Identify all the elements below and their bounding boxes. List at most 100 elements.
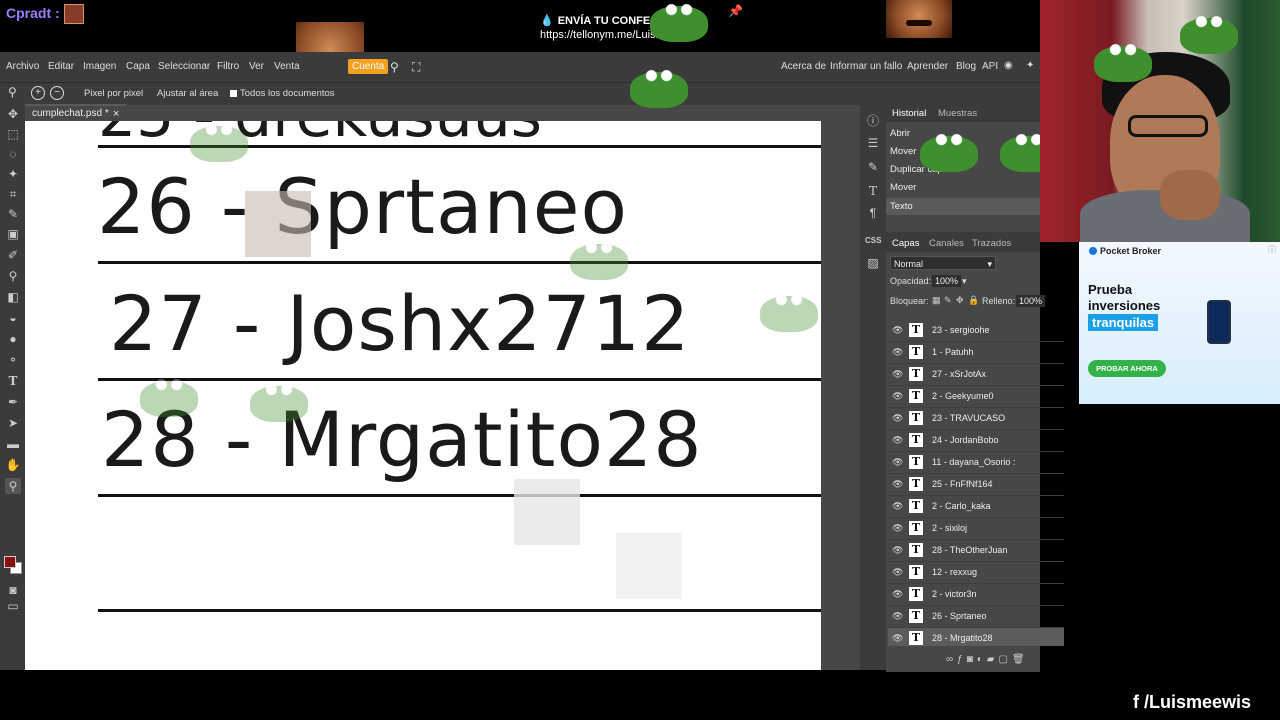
hand-tool-icon[interactable]: ✋: [5, 457, 21, 473]
quick-mask-icon[interactable]: ◙: [5, 582, 21, 598]
canvas-entry-26[interactable]: 26 - Sprtaneo: [97, 162, 628, 251]
layer-row[interactable]: 👁 T 2 - sixiloj: [888, 518, 1064, 540]
css-icon[interactable]: CSS: [865, 236, 881, 245]
sliders-icon[interactable]: ☰: [866, 136, 880, 150]
tab-muestras[interactable]: Muestras: [938, 108, 977, 119]
menu-api[interactable]: API: [982, 61, 998, 72]
menu-editar[interactable]: Editar: [48, 61, 74, 72]
twitter-icon[interactable]: ✦: [1026, 60, 1034, 71]
brush-settings-icon[interactable]: ✎: [866, 160, 880, 174]
eye-icon[interactable]: 👁: [892, 413, 903, 424]
brush-tool-icon[interactable]: ✐: [5, 247, 21, 263]
layer-row[interactable]: 👁 T 23 - sergioohe: [888, 320, 1064, 342]
menu-informar-fallo[interactable]: Informar un fallo: [830, 61, 902, 72]
screen-mode-icon[interactable]: ▭: [5, 598, 21, 614]
eye-icon[interactable]: 👁: [892, 523, 903, 534]
eye-icon[interactable]: 👁: [892, 369, 903, 380]
lock-move-icon[interactable]: ✥: [956, 295, 964, 306]
reddit-icon[interactable]: ◉: [1004, 60, 1013, 71]
path-select-icon[interactable]: ➤: [5, 415, 21, 431]
ad-banner[interactable]: Pocket Broker ⓘ Prueba inversiones tranq…: [1079, 242, 1280, 404]
eye-icon[interactable]: 👁: [892, 545, 903, 556]
menu-seleccionar[interactable]: Seleccionar: [158, 61, 210, 72]
fullscreen-icon[interactable]: ⛶: [412, 60, 420, 75]
lasso-tool-icon[interactable]: ◌: [5, 146, 21, 162]
layer-row[interactable]: 👁 T 2 - Carlo_kaka: [888, 496, 1064, 518]
eye-icon[interactable]: 👁: [892, 479, 903, 490]
lock-pixels-icon[interactable]: ▦: [932, 295, 941, 306]
layer-row[interactable]: 👁 T 26 - Sprtaneo: [888, 606, 1064, 628]
layer-row[interactable]: 👁 T 23 - TRAVUCASO: [888, 408, 1064, 430]
layer-row[interactable]: 👁 T 12 - rexxug: [888, 562, 1064, 584]
blend-mode-select[interactable]: Normal: [890, 256, 996, 271]
menu-imagen[interactable]: Imagen: [83, 61, 116, 72]
menu-archivo[interactable]: Archivo: [6, 61, 39, 72]
eye-icon[interactable]: 👁: [892, 391, 903, 402]
eye-icon[interactable]: 👁: [892, 567, 903, 578]
pen-tool-icon[interactable]: ✒: [5, 394, 21, 410]
fill-input[interactable]: 100%: [1016, 295, 1046, 307]
history-item[interactable]: Mover: [890, 182, 916, 193]
layer-row[interactable]: 👁 T 2 - victor3n: [888, 584, 1064, 606]
chevron-down-icon[interactable]: ▾: [962, 276, 967, 287]
link-layers-icon[interactable]: ∞: [946, 654, 957, 665]
layer-row[interactable]: 👁 T 27 - xSrJotAx: [888, 364, 1064, 386]
eye-icon[interactable]: 👁: [892, 611, 903, 622]
magic-wand-icon[interactable]: ✦: [5, 166, 21, 182]
type-tool-icon[interactable]: T: [5, 373, 21, 389]
fill-tool-icon[interactable]: ◒: [5, 310, 21, 326]
adjustment-layer-icon[interactable]: ◐: [977, 654, 987, 665]
eye-icon[interactable]: 👁: [892, 589, 903, 600]
menu-acerca[interactable]: Acerca de: [781, 61, 826, 72]
tab-canales[interactable]: Canales: [929, 238, 964, 249]
layer-mask-icon[interactable]: ◙: [967, 654, 977, 665]
eye-icon[interactable]: 👁: [892, 435, 903, 446]
layer-effects-icon[interactable]: ƒ: [957, 654, 967, 665]
paragraph-icon[interactable]: ¶: [866, 206, 880, 220]
zoom-tool-icon[interactable]: ⚲: [5, 478, 21, 494]
search-icon[interactable]: ⚲: [390, 60, 399, 74]
layer-row[interactable]: 👁 T 1 - Patuhh: [888, 342, 1064, 364]
eye-icon[interactable]: 👁: [892, 457, 903, 468]
layer-row[interactable]: 👁 T 25 - FnFfNf164: [888, 474, 1064, 496]
fit-area-button[interactable]: Ajustar al área: [157, 88, 218, 99]
layer-row[interactable]: 👁 T 11 - dayana_Osorio :: [888, 452, 1064, 474]
image-icon[interactable]: ▨: [866, 256, 880, 270]
character-icon[interactable]: T: [866, 184, 880, 198]
foreground-color-swatch[interactable]: [4, 556, 16, 568]
eye-icon[interactable]: 👁: [892, 347, 903, 358]
move-tool-icon[interactable]: ✥: [5, 106, 21, 122]
shape-tool-icon[interactable]: ▬: [5, 436, 21, 452]
layer-row[interactable]: 👁 T 2 - Geekyume0: [888, 386, 1064, 408]
menu-capa[interactable]: Capa: [126, 61, 150, 72]
lock-all-icon[interactable]: 🔒: [968, 295, 979, 306]
menu-aprender[interactable]: Aprender: [907, 61, 948, 72]
dodge-tool-icon[interactable]: ⚬: [5, 352, 21, 368]
eraser-tool-icon[interactable]: ◧: [5, 289, 21, 305]
clone-stamp-icon[interactable]: ⚲: [5, 268, 21, 284]
lock-paint-icon[interactable]: ✎: [944, 295, 952, 306]
marquee-tool-icon[interactable]: ⬚: [5, 126, 21, 142]
menu-filtro[interactable]: Filtro: [217, 61, 239, 72]
menu-ver[interactable]: Ver: [249, 61, 264, 72]
history-item-selected[interactable]: Texto: [886, 198, 1040, 215]
zoom-tool-icon[interactable]: ⚲: [8, 85, 17, 99]
menu-ventana[interactable]: Venta: [274, 61, 300, 72]
pixel-by-pixel-button[interactable]: Pixel por pixel: [84, 88, 143, 99]
spot-heal-icon[interactable]: ▣: [5, 226, 21, 242]
eye-icon[interactable]: 👁: [892, 501, 903, 512]
ad-info-icon[interactable]: ⓘ: [1268, 244, 1276, 255]
eyedropper-icon[interactable]: ✎: [5, 206, 21, 222]
new-layer-icon[interactable]: ▢: [999, 654, 1012, 665]
eye-icon[interactable]: 👁: [892, 633, 903, 644]
new-folder-icon[interactable]: ▰: [987, 654, 999, 665]
menu-blog[interactable]: Blog: [956, 61, 976, 72]
blur-tool-icon[interactable]: ●: [5, 331, 21, 347]
history-item[interactable]: Abrir: [890, 128, 910, 139]
ad-cta-button[interactable]: PROBAR AHORA: [1088, 360, 1166, 377]
layer-row[interactable]: 👁 T 24 - JordanBobo: [888, 430, 1064, 452]
zoom-in-icon[interactable]: +: [31, 86, 45, 100]
opacity-input[interactable]: 100%: [932, 275, 962, 287]
tab-historial[interactable]: Historial: [892, 108, 926, 119]
eye-icon[interactable]: 👁: [892, 325, 903, 336]
